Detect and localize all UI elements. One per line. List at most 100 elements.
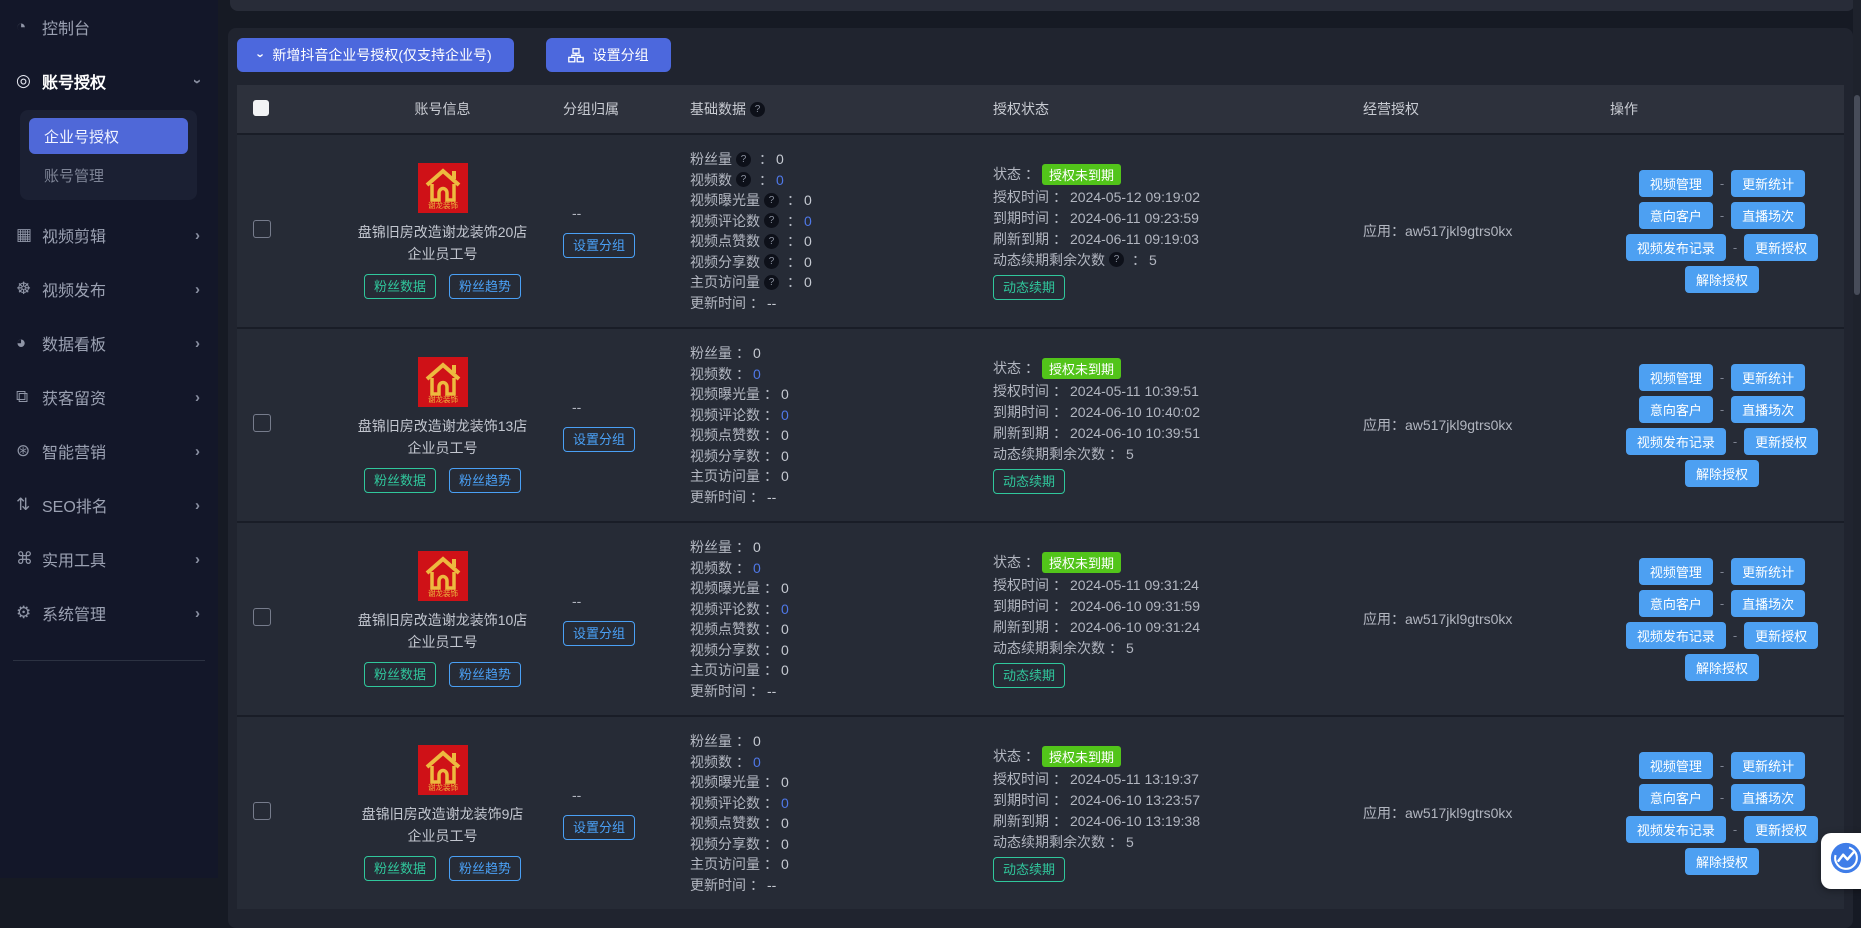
- dynamic-renew-button[interactable]: 动态续期: [993, 857, 1065, 882]
- intent-customer-button[interactable]: 意向客户: [1639, 590, 1713, 617]
- help-icon[interactable]: ?: [750, 102, 765, 117]
- floating-assistant-widget[interactable]: [1821, 833, 1861, 889]
- sidebar-item-seo-rank[interactable]: ⇅ SEO排名 ›: [0, 478, 218, 532]
- intent-customer-button[interactable]: 意向客户: [1639, 396, 1713, 423]
- live-sessions-button[interactable]: 直播场次: [1731, 590, 1805, 617]
- metric-value-link[interactable]: 0: [753, 366, 761, 382]
- sidebar-item-label: SEO排名: [42, 493, 108, 517]
- select-all-checkbox[interactable]: [253, 100, 269, 116]
- update-stats-button[interactable]: 更新统计: [1731, 364, 1805, 391]
- row-checkbox[interactable]: [253, 608, 271, 626]
- revoke-auth-button[interactable]: 解除授权: [1685, 654, 1759, 681]
- help-icon[interactable]: ?: [764, 254, 779, 269]
- set-group-button[interactable]: 设置分组: [563, 815, 635, 840]
- video-publish-record-button[interactable]: 视频发布记录: [1626, 428, 1726, 455]
- metric-value-link[interactable]: 0: [781, 601, 789, 617]
- metric-value-link[interactable]: 0: [781, 407, 789, 423]
- help-icon[interactable]: ?: [764, 234, 779, 249]
- header-account: 账号信息: [330, 99, 555, 119]
- fan-data-button[interactable]: 粉丝数据: [364, 662, 436, 687]
- live-sessions-button[interactable]: 直播场次: [1731, 202, 1805, 229]
- row-checkbox[interactable]: [253, 414, 271, 432]
- fan-data-button[interactable]: 粉丝数据: [364, 468, 436, 493]
- fan-data-button[interactable]: 粉丝数据: [364, 274, 436, 299]
- sidebar-item-account-auth[interactable]: ◎ 账号授权 ›: [0, 54, 218, 108]
- add-enterprise-auth-button[interactable]: › 新增抖音企业号授权(仅支持企业号): [237, 38, 514, 72]
- revoke-auth-button[interactable]: 解除授权: [1685, 460, 1759, 487]
- sidebar-item-video-edit[interactable]: ▦ 视频剪辑 ›: [0, 208, 218, 262]
- sitemap-icon: ⧉: [16, 387, 42, 407]
- header-basic-data: 基础数据: [690, 99, 746, 119]
- sidebar-item-leads[interactable]: ⧉ 获客留资 ›: [0, 370, 218, 424]
- metric-value-link[interactable]: 0: [804, 213, 812, 229]
- set-group-button[interactable]: 设置分组: [563, 233, 635, 258]
- intent-customer-button[interactable]: 意向客户: [1639, 784, 1713, 811]
- metric-value-link[interactable]: 0: [776, 172, 784, 188]
- fan-trend-button[interactable]: 粉丝趋势: [449, 468, 521, 493]
- update-auth-button[interactable]: 更新授权: [1744, 622, 1818, 649]
- video-manage-button[interactable]: 视频管理: [1639, 170, 1713, 197]
- help-icon[interactable]: ?: [764, 193, 779, 208]
- help-icon[interactable]: ?: [764, 275, 779, 290]
- sidebar-item-account-manage[interactable]: 账号管理: [29, 158, 188, 192]
- video-manage-button[interactable]: 视频管理: [1639, 558, 1713, 585]
- update-stats-button[interactable]: 更新统计: [1731, 170, 1805, 197]
- account-auth-submenu: 企业号授权 账号管理: [20, 110, 197, 200]
- dynamic-renew-button[interactable]: 动态续期: [993, 469, 1065, 494]
- header-auth-status: 授权状态: [985, 99, 1355, 119]
- metric-value-link[interactable]: 0: [781, 795, 789, 811]
- fan-data-button[interactable]: 粉丝数据: [364, 856, 436, 881]
- sidebar-item-utilities[interactable]: ⌘ 实用工具 ›: [0, 532, 218, 586]
- help-icon[interactable]: ?: [736, 152, 751, 167]
- sidebar-item-video-publish[interactable]: ☸ 视频发布 ›: [0, 262, 218, 316]
- sidebar-item-smart-marketing[interactable]: ⊛ 智能营销 ›: [0, 424, 218, 478]
- update-auth-button[interactable]: 更新授权: [1744, 428, 1818, 455]
- dynamic-renew-button[interactable]: 动态续期: [993, 663, 1065, 688]
- set-group-button[interactable]: 设置分组: [563, 427, 635, 452]
- video-publish-record-button[interactable]: 视频发布记录: [1626, 622, 1726, 649]
- live-sessions-button[interactable]: 直播场次: [1731, 784, 1805, 811]
- sidebar-item-console[interactable]: ◔ 控制台: [0, 0, 218, 54]
- sidebar-item-data-dashboard[interactable]: ◕ 数据看板 ›: [0, 316, 218, 370]
- fan-trend-button[interactable]: 粉丝趋势: [449, 274, 521, 299]
- video-publish-record-button[interactable]: 视频发布记录: [1626, 816, 1726, 843]
- help-icon[interactable]: ?: [736, 172, 751, 187]
- sidebar-item-label: 数据看板: [42, 331, 106, 355]
- sidebar-item-system[interactable]: ⚙ 系统管理 ›: [0, 586, 218, 640]
- set-group-button[interactable]: 设置分组: [563, 621, 635, 646]
- dynamic-renew-button[interactable]: 动态续期: [993, 275, 1065, 300]
- revoke-auth-button[interactable]: 解除授权: [1685, 848, 1759, 875]
- revoke-auth-button[interactable]: 解除授权: [1685, 266, 1759, 293]
- help-icon[interactable]: ?: [1109, 252, 1124, 267]
- scrollbar-thumb[interactable]: [1854, 95, 1860, 295]
- status-badge: 授权未到期: [1042, 552, 1121, 573]
- help-icon[interactable]: ?: [764, 213, 779, 228]
- metric-value-link[interactable]: 0: [753, 754, 761, 770]
- intent-customer-button[interactable]: 意向客户: [1639, 202, 1713, 229]
- fan-trend-button[interactable]: 粉丝趋势: [449, 662, 521, 687]
- row-checkbox[interactable]: [253, 802, 271, 820]
- video-manage-button[interactable]: 视频管理: [1639, 364, 1713, 391]
- live-sessions-button[interactable]: 直播场次: [1731, 396, 1805, 423]
- app-line: 应用：aw517jkl9gtrs0kx: [1363, 611, 1512, 627]
- metric-line: 视频点赞数?：0: [690, 231, 985, 252]
- metric-value-link[interactable]: 0: [753, 560, 761, 576]
- video-publish-record-button[interactable]: 视频发布记录: [1626, 234, 1726, 261]
- fan-trend-button[interactable]: 粉丝趋势: [449, 856, 521, 881]
- chevron-right-icon: ›: [195, 497, 200, 514]
- sidebar-item-label: 实用工具: [42, 547, 106, 571]
- metric-value: 0: [753, 539, 761, 555]
- row-checkbox[interactable]: [253, 220, 271, 238]
- sidebar-divider: [13, 660, 205, 661]
- metric-value: 0: [781, 427, 789, 443]
- update-stats-button[interactable]: 更新统计: [1731, 752, 1805, 779]
- set-group-button[interactable]: 设置分组: [546, 38, 671, 72]
- update-stats-button[interactable]: 更新统计: [1731, 558, 1805, 585]
- account-avatar: 谢龙装饰: [418, 745, 468, 795]
- video-manage-button[interactable]: 视频管理: [1639, 752, 1713, 779]
- svg-text:谢龙装饰: 谢龙装饰: [428, 394, 458, 404]
- update-auth-button[interactable]: 更新授权: [1744, 234, 1818, 261]
- update-auth-button[interactable]: 更新授权: [1744, 816, 1818, 843]
- pie-chart-icon: ◕: [16, 333, 42, 353]
- sidebar-item-enterprise-auth[interactable]: 企业号授权: [29, 118, 188, 154]
